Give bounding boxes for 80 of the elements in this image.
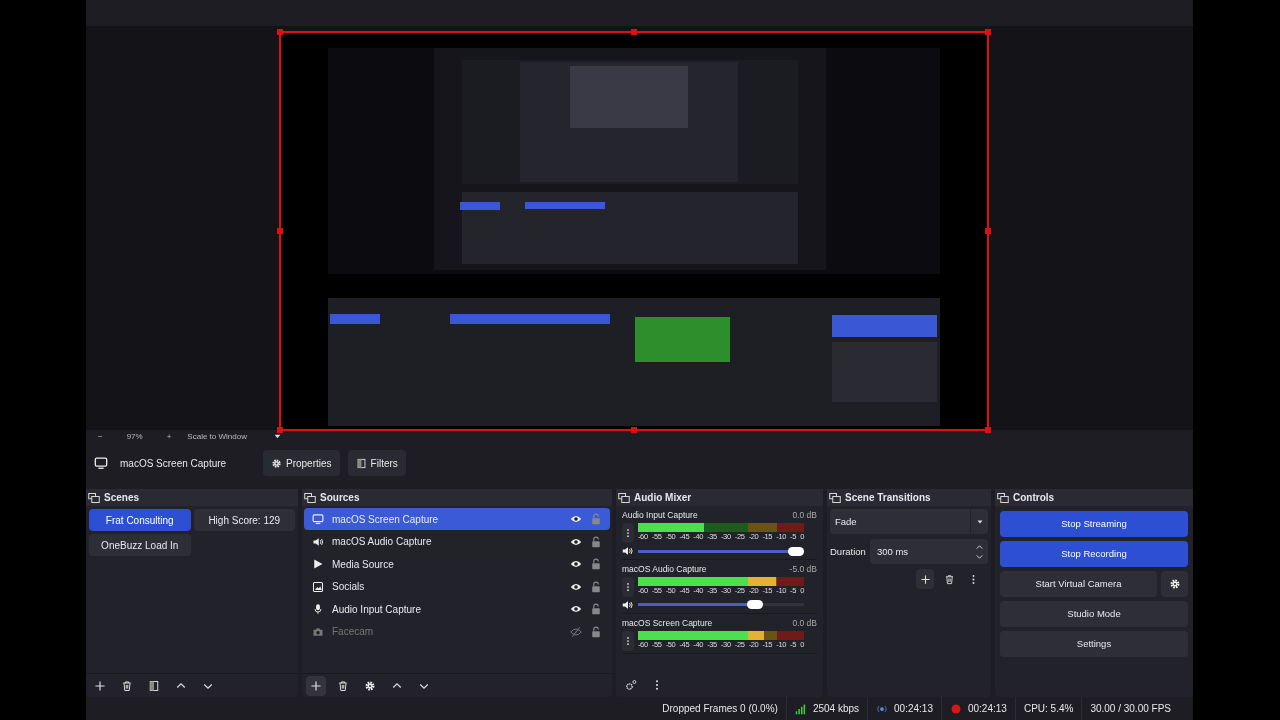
play-icon bbox=[312, 558, 324, 571]
remove-icon bbox=[943, 573, 955, 585]
signal-icon bbox=[794, 702, 807, 715]
filters-button[interactable]: Filters bbox=[347, 450, 406, 477]
scene-tile[interactable]: Frat Consulting bbox=[89, 509, 191, 532]
volume-reading: 0.0 dB bbox=[792, 509, 817, 523]
image-icon bbox=[312, 580, 324, 593]
scale-dropdown[interactable]: Scale to Window bbox=[187, 430, 282, 443]
camera-icon bbox=[312, 625, 324, 638]
scene-tile[interactable]: High Score: 129 bbox=[193, 509, 295, 532]
channel-name: macOS Audio Capture bbox=[622, 563, 707, 576]
settings-button[interactable] bbox=[1161, 571, 1188, 598]
display-icon bbox=[94, 456, 108, 471]
channel-menu-button[interactable] bbox=[622, 523, 634, 544]
cpu-usage: CPU: 5.4% bbox=[1023, 702, 1074, 717]
zoom-in-button[interactable]: + bbox=[162, 430, 176, 443]
add-button[interactable] bbox=[916, 569, 934, 590]
scene-tile[interactable]: OneBuzz Load In bbox=[89, 534, 191, 557]
hidden-eye-icon[interactable] bbox=[570, 625, 582, 638]
stream-time: 00:24:13 bbox=[894, 702, 933, 717]
add-button[interactable] bbox=[306, 675, 326, 696]
zoom-out-button[interactable]: − bbox=[94, 430, 107, 443]
display-icon bbox=[312, 513, 324, 526]
record-icon bbox=[949, 702, 962, 715]
dock-title: Sources bbox=[320, 491, 360, 506]
remove-icon bbox=[121, 679, 133, 692]
control-button[interactable]: Stop Streaming bbox=[1000, 511, 1188, 538]
control-button[interactable]: Studio Mode bbox=[1000, 601, 1188, 628]
duration-label: Duration bbox=[830, 544, 866, 559]
filter-icon bbox=[148, 679, 160, 692]
lock-icon[interactable] bbox=[590, 580, 602, 593]
dock-title: Audio Mixer bbox=[634, 491, 692, 506]
fps-reading: 30.00 / 30.00 FPS bbox=[1090, 702, 1171, 717]
bitrate: 2504 kbps bbox=[812, 702, 860, 717]
channel-name: macOS Screen Capture bbox=[622, 616, 713, 630]
volume-reading: 0.0 dB bbox=[792, 616, 817, 630]
filter-icon bbox=[355, 457, 367, 469]
channel-menu-button[interactable] bbox=[622, 630, 634, 651]
lock-icon[interactable] bbox=[590, 625, 602, 638]
source-name: macOS Screen Capture bbox=[120, 456, 228, 471]
slider-thumb[interactable] bbox=[788, 546, 804, 556]
up-icon bbox=[974, 542, 984, 552]
duration-field[interactable]: 300 ms bbox=[869, 539, 988, 565]
source-row[interactable]: Facecam bbox=[304, 620, 610, 643]
add-icon bbox=[919, 573, 931, 585]
speaker-icon bbox=[312, 535, 324, 548]
volume-reading: -5.0 dB bbox=[789, 563, 817, 576]
lock-icon[interactable] bbox=[590, 535, 602, 548]
advanced-settings-button[interactable] bbox=[624, 678, 638, 693]
remove-icon bbox=[337, 679, 349, 692]
lock-icon[interactable] bbox=[590, 603, 602, 616]
control-button[interactable]: Stop Recording bbox=[1000, 541, 1188, 568]
source-row[interactable]: Media Source bbox=[304, 553, 610, 576]
gear-icon bbox=[271, 457, 282, 469]
dock-title: Controls bbox=[1013, 491, 1055, 506]
properties-button[interactable]: Properties bbox=[263, 450, 340, 477]
volume-slider[interactable] bbox=[638, 549, 804, 553]
control-button[interactable]: Settings bbox=[1000, 631, 1188, 658]
source-row[interactable]: macOS Screen Capture bbox=[304, 508, 610, 531]
dock-title: Scenes bbox=[104, 491, 140, 506]
record-time: 00:24:13 bbox=[967, 702, 1007, 717]
add-icon bbox=[310, 679, 322, 692]
transition-dropdown[interactable]: Fade bbox=[830, 509, 988, 535]
channel-menu-button[interactable] bbox=[622, 576, 634, 597]
settings-icon bbox=[364, 679, 376, 692]
source-row[interactable]: Socials bbox=[304, 575, 610, 598]
gear-icon bbox=[1168, 578, 1181, 591]
dock-title: Scene Transitions bbox=[845, 491, 931, 506]
add-icon bbox=[94, 679, 106, 692]
source-row[interactable]: Audio Input Capture bbox=[304, 598, 610, 621]
mic-icon bbox=[312, 603, 324, 616]
control-button[interactable]: Start Virtual Camera bbox=[1000, 571, 1157, 598]
lock-icon[interactable] bbox=[590, 558, 602, 571]
zoom-level: 97% bbox=[125, 430, 144, 443]
channel-name: Audio Input Capture bbox=[622, 509, 698, 523]
source-row[interactable]: macOS Audio Capture bbox=[304, 530, 610, 553]
volume-slider[interactable] bbox=[638, 603, 804, 607]
slider-thumb[interactable] bbox=[746, 600, 763, 610]
gears-icon bbox=[625, 679, 637, 692]
dropped-frames: Dropped Frames 0 (0.0%) bbox=[662, 701, 778, 717]
